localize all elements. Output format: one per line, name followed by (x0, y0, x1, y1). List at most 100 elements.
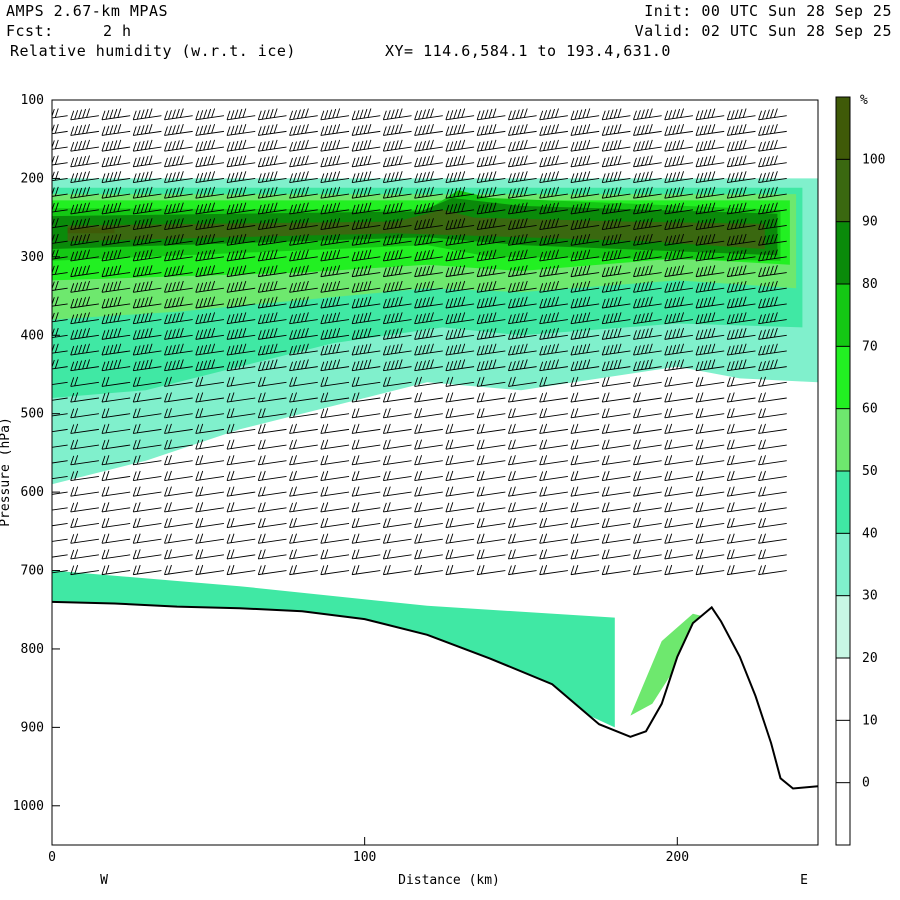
barb-feather (633, 377, 637, 387)
wind-barb (758, 124, 787, 136)
wind-barb (539, 486, 568, 497)
wind-barb (226, 470, 256, 481)
wind-barb (320, 108, 350, 121)
barb-feather (293, 533, 297, 543)
wind-barb (476, 486, 506, 497)
wind-barb (289, 423, 318, 434)
barb-feather (726, 487, 731, 497)
barb-feather (586, 155, 591, 165)
barb-feather (320, 565, 325, 575)
barb-feather (426, 124, 430, 134)
wind-barb (445, 517, 475, 529)
wind-barb (726, 392, 756, 403)
barb-feather (726, 142, 731, 152)
barb-feather (207, 155, 212, 166)
wind-barb (414, 392, 443, 403)
wind-barb (664, 408, 694, 419)
barb-feather (730, 564, 735, 575)
barb-feather (668, 517, 673, 528)
barb-feather (758, 157, 762, 167)
barb-feather (144, 108, 149, 119)
barb-feather (758, 126, 762, 136)
barb-feather (445, 440, 450, 450)
wind-barb (257, 533, 287, 544)
wind-barb (726, 517, 756, 529)
barb-feather (132, 487, 137, 497)
barb-feather (637, 376, 641, 386)
barb-feather (613, 108, 618, 119)
barb-feather (105, 533, 110, 543)
barb-feather (47, 204, 50, 213)
barb-feather (480, 408, 485, 418)
y-axis-title: Pressure (hPa) (0, 417, 13, 527)
barb-feather (382, 126, 387, 136)
wind-barb (164, 139, 193, 152)
barb-feather (101, 157, 106, 167)
barb-feather (382, 502, 387, 513)
barb-feather (293, 455, 297, 465)
wind-barb (664, 470, 694, 481)
wind-barb (257, 455, 287, 466)
barb-feather (324, 533, 329, 543)
barb-feather (738, 140, 743, 150)
wind-barb (351, 455, 381, 466)
barb-feather (609, 109, 614, 119)
wind-barb (289, 439, 318, 450)
barb-feather (551, 140, 555, 150)
wind-barb (164, 549, 193, 560)
barb-feather (488, 124, 493, 134)
wind-barb (52, 139, 68, 150)
barb-feather (175, 108, 180, 119)
wind-barb (476, 139, 506, 152)
barb-feather (418, 439, 423, 449)
wind-barb (351, 549, 381, 560)
wind-barb (195, 502, 225, 513)
barb-feather (336, 139, 341, 149)
wind-barb (320, 549, 350, 560)
barb-feather (43, 393, 46, 402)
barb-feather (195, 549, 200, 560)
barb-feather (507, 440, 512, 450)
barb-feather (461, 139, 466, 149)
barb-feather (574, 502, 579, 512)
barb-feather (199, 549, 204, 559)
wind-barb (695, 392, 725, 403)
wind-barb (101, 564, 131, 576)
barb-feather (43, 455, 46, 464)
barb-feather (711, 155, 716, 165)
barb-feather (105, 141, 110, 151)
barb-feather (539, 110, 544, 120)
barb-feather (738, 155, 743, 166)
wind-barb (539, 108, 568, 121)
barb-feather (43, 345, 46, 354)
barb-feather (297, 140, 301, 151)
barb-feather (539, 502, 544, 513)
wind-barb (445, 423, 475, 434)
barb-feather (726, 518, 731, 528)
wind-barb (507, 155, 537, 168)
barb-feather (394, 108, 399, 119)
barb-feather (195, 471, 200, 481)
wind-barb (132, 124, 162, 136)
barb-feather (199, 110, 204, 120)
barb-feather (680, 139, 685, 149)
barb-feather (511, 408, 516, 418)
wind-barb (351, 517, 381, 529)
barb-feather (539, 518, 544, 528)
barb-feather (351, 534, 356, 544)
barb-feather (418, 470, 423, 481)
barb-feather (601, 518, 606, 528)
wind-barb (70, 533, 99, 544)
wind-barb (70, 549, 99, 560)
barb-feather (257, 142, 262, 152)
wind-barb (601, 486, 631, 497)
barb-feather (758, 440, 762, 450)
barb-feather (257, 565, 262, 575)
barb-feather (171, 125, 176, 135)
barb-feather (664, 392, 669, 403)
wind-barb (570, 533, 600, 544)
barb-feather (449, 408, 454, 418)
barb-feather (539, 440, 544, 450)
barb-feather (426, 140, 430, 150)
barb-feather (480, 141, 485, 151)
